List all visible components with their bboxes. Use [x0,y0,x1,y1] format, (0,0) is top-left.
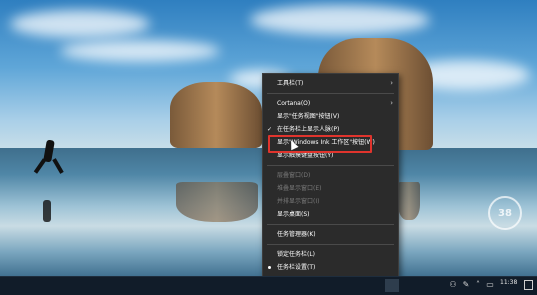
chevron-right-icon: › [390,79,393,87]
chevron-right-icon: › [390,99,393,107]
taskbar[interactable]: ⚇ ✎ ˄ ▭ 11:38 [0,276,537,295]
rock-formation [170,82,262,148]
taskbar-app-button[interactable] [385,279,399,292]
menu-item-cortana[interactable]: Cortana(O) › [263,97,398,110]
menu-item-task-view-button[interactable]: 显示"任务视图"按钮(V) [263,110,398,123]
menu-item-toolbars[interactable]: 工具栏(T) › [263,77,398,90]
menu-separator [267,224,394,225]
clock-time: 11:38 [500,279,518,286]
cloud [250,5,430,35]
menu-item-stack-windows: 堆叠显示窗口(E) [263,182,398,195]
runner-reflection [43,200,51,222]
highlight-annotation-box [268,135,372,153]
menu-item-label: 任务管理器(K) [277,231,316,238]
menu-item-label: 显示触摸键盘按钮(Y) [277,152,334,159]
menu-item-task-manager[interactable]: 任务管理器(K) [263,228,398,241]
people-icon[interactable]: ⚇ [448,280,458,290]
menu-item-label: 显示桌面(S) [277,211,310,218]
taskbar-clock[interactable]: 11:38 [500,279,517,286]
pen-icon[interactable]: ✎ [461,280,471,290]
menu-item-label: 锁定任务栏(L) [277,251,316,258]
cloud [60,40,220,62]
menu-item-lock-taskbar[interactable]: 锁定任务栏(L) [263,248,398,261]
menu-item-label: 工具栏(T) [277,80,304,87]
watermark-logo: 38 [488,196,522,230]
settings-gear-icon [268,266,271,269]
menu-item-label: 显示"任务视图"按钮(V) [277,113,340,120]
menu-separator [267,165,394,166]
network-icon[interactable]: ▭ [485,280,495,290]
menu-item-cascade-windows: 层叠窗口(D) [263,169,398,182]
menu-item-label: 任务栏设置(T) [277,264,316,271]
menu-item-label: 层叠窗口(D) [277,172,311,179]
menu-item-label: Cortana(O) [277,100,311,107]
menu-item-show-desktop[interactable]: 显示桌面(S) [263,208,398,221]
menu-separator [267,244,394,245]
chevron-up-icon[interactable]: ˄ [473,280,483,290]
menu-item-side-by-side: 并排显示窗口(I) [263,195,398,208]
menu-item-label: 在任务栏上显示人脉(P) [277,126,340,133]
menu-item-label: 堆叠显示窗口(E) [277,185,322,192]
rock-reflection [176,182,258,222]
menu-separator [267,93,394,94]
action-center-icon[interactable] [524,280,533,290]
menu-item-label: 并排显示窗口(I) [277,198,320,205]
taskbar-context-menu: 工具栏(T) › Cortana(O) › 显示"任务视图"按钮(V) ✓ 在任… [262,73,399,278]
menu-item-taskbar-settings[interactable]: 任务栏设置(T) [263,261,398,274]
cloud [10,10,150,38]
rock-reflection [398,182,420,220]
